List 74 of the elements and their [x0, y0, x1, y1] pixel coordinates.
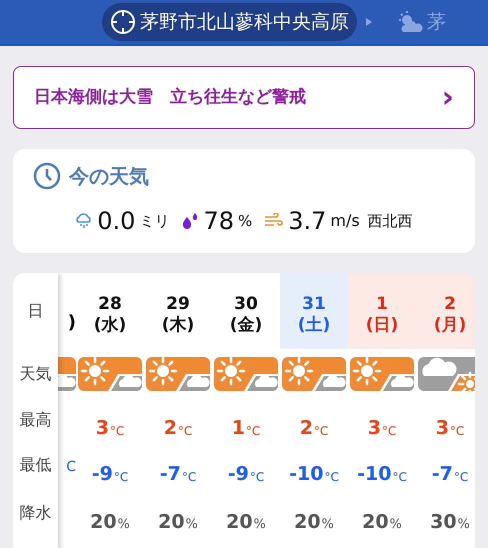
wind-icon — [264, 213, 284, 229]
precip-chance: 20 — [158, 510, 185, 534]
temp-unit: °C — [382, 423, 396, 440]
temp-unit: °C — [454, 469, 468, 486]
humidity-unit: % — [238, 210, 252, 232]
card-title: 今の天気 — [69, 163, 149, 190]
temp-unit: °C — [110, 423, 124, 440]
temp-unit: °C — [392, 469, 407, 486]
weekday: (日) — [366, 315, 398, 336]
weekday: (木) — [162, 315, 194, 336]
clock-icon — [33, 162, 61, 190]
percent-unit: % — [390, 516, 402, 534]
location-button[interactable]: 茅野市北山蓼科中央高原 — [102, 3, 357, 41]
rain-cloud-icon — [75, 212, 94, 230]
temp-unit: °C — [450, 423, 464, 440]
percent-unit: % — [118, 516, 130, 534]
alert-text: 日本海側は大雪 立ち往生など警戒 — [34, 86, 306, 109]
percent-unit: % — [322, 516, 334, 534]
row-label: 最高 — [20, 409, 52, 431]
temp-unit: °C — [182, 469, 196, 486]
triangle-icon — [365, 17, 373, 27]
day-number: 31 — [302, 294, 326, 315]
percent-unit: % — [458, 516, 470, 534]
wind-direction: 西北西 — [368, 210, 413, 232]
droplets-icon — [181, 212, 200, 230]
percent-unit: % — [254, 516, 266, 534]
low-temp: -9 — [92, 462, 113, 486]
percent-unit: % — [186, 516, 198, 534]
precip-chance: 30 — [430, 510, 457, 534]
row-label: 天気 — [20, 362, 52, 384]
low-temp: -7 — [432, 462, 453, 486]
temp-unit: °C — [324, 469, 339, 486]
cloud-sun-icon — [397, 10, 423, 34]
low-fragment: C — [66, 458, 76, 476]
temp-unit: °C — [178, 423, 192, 440]
high-temp: 2 — [300, 416, 313, 440]
weekday: (金) — [230, 315, 262, 336]
weekday: (水) — [94, 315, 126, 336]
precip-unit: ミリ — [139, 210, 170, 232]
alert-banner[interactable]: 日本海側は大雪 立ち往生など警戒 › — [13, 66, 475, 129]
wind-unit: m/s — [330, 210, 360, 232]
precip-chance: 20 — [90, 510, 117, 534]
date-fragment: ) — [68, 310, 76, 334]
low-temp: -10 — [289, 462, 324, 486]
high-temp: 2 — [164, 416, 177, 440]
day-number: 29 — [166, 294, 190, 315]
low-temp: -9 — [228, 462, 249, 486]
precip-value: 0.0 — [97, 206, 136, 237]
weekday: (土) — [298, 315, 330, 336]
row-label: 日 — [28, 300, 44, 322]
temp-unit: °C — [114, 469, 128, 486]
temp-unit: °C — [246, 423, 260, 440]
day-number: 30 — [234, 294, 258, 315]
precip-chance: 20 — [226, 510, 253, 534]
wind-value: 3.7 — [288, 206, 326, 237]
precip-chance: 20 — [294, 510, 321, 534]
chevron-icon: › — [442, 82, 454, 112]
row-label: 降水 — [20, 502, 52, 524]
weekday: (月) — [434, 315, 466, 336]
high-temp: 3 — [96, 416, 109, 440]
humidity-value: 78 — [203, 206, 234, 237]
crosshair-icon — [110, 9, 136, 35]
high-temp: 3 — [368, 416, 381, 440]
row-label: 最低 — [20, 454, 52, 476]
temp-unit: °C — [314, 423, 328, 440]
low-temp: -10 — [357, 462, 392, 486]
day-number: 2 — [444, 294, 456, 315]
temp-unit: °C — [250, 469, 264, 486]
low-temp: -7 — [160, 462, 181, 486]
day-number: 28 — [98, 294, 122, 315]
high-temp: 3 — [436, 416, 449, 440]
day-number: 1 — [376, 294, 388, 315]
precip-chance: 20 — [362, 510, 389, 534]
high-temp: 1 — [232, 416, 245, 440]
